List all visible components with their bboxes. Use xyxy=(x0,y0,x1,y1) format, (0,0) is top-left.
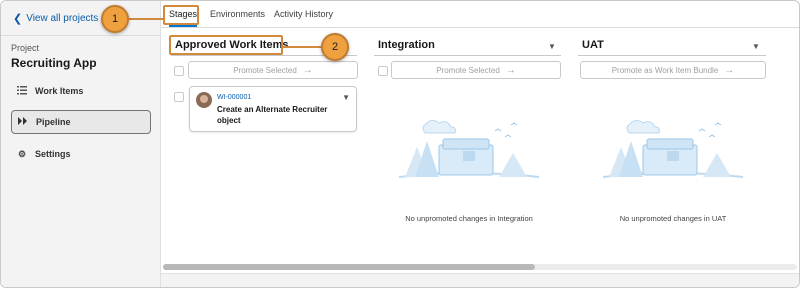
empty-state-message: No unpromoted changes in Integration xyxy=(405,214,533,223)
callout-highlight-approved xyxy=(169,35,283,55)
column-rule xyxy=(374,55,561,56)
callout-marker: 2 xyxy=(321,33,349,61)
arrow-right-icon: → xyxy=(724,64,735,76)
column-rule xyxy=(578,55,766,56)
callout-connector xyxy=(129,18,165,20)
sidebar-item-pipeline[interactable]: Pipeline xyxy=(11,110,151,134)
select-all-checkbox[interactable] xyxy=(174,66,184,76)
pipeline-icon xyxy=(18,117,28,127)
sidebar: ❮ View all projects Project Recruiting A… xyxy=(1,1,161,287)
project-name: Recruiting App xyxy=(11,56,97,70)
select-all-checkbox[interactable] xyxy=(378,66,388,76)
gear-icon: ⚙ xyxy=(17,148,27,159)
sidebar-item-label: Work Items xyxy=(35,86,84,96)
app-window: ❮ View all projects Project Recruiting A… xyxy=(0,0,800,288)
sidebar-item-work-items[interactable]: Work Items xyxy=(11,79,151,103)
chevron-left-icon: ❮ xyxy=(13,13,23,25)
sidebar-item-label: Settings xyxy=(35,149,71,159)
work-item-title: Create an Alternate Recruiter object xyxy=(217,105,328,125)
promote-label: Promote Selected xyxy=(233,65,297,75)
callout-connector xyxy=(283,46,323,48)
back-link-label: View all projects xyxy=(26,13,99,24)
project-caption: Project xyxy=(11,43,40,53)
active-tab-indicator xyxy=(169,25,197,27)
empty-state-illustration xyxy=(603,119,743,178)
arrow-right-icon: → xyxy=(302,64,313,76)
sidebar-item-settings[interactable]: ⚙ Settings xyxy=(11,142,151,166)
work-item-card[interactable]: WI-000001 Create an Alternate Recruiter … xyxy=(189,86,357,132)
tab-activity-history[interactable]: Activity History xyxy=(274,9,333,19)
empty-state-illustration xyxy=(399,119,539,178)
chevron-down-icon[interactable]: ▼ xyxy=(342,93,350,102)
arrow-right-icon: → xyxy=(505,64,516,76)
chevron-down-icon[interactable]: ▼ xyxy=(752,42,760,51)
work-item-id-link[interactable]: WI-000001 xyxy=(217,94,251,101)
list-icon xyxy=(17,85,27,97)
bottom-band xyxy=(161,273,799,287)
promote-label: Promote Selected xyxy=(436,65,500,75)
sidebar-divider xyxy=(1,35,161,36)
card-checkbox[interactable] xyxy=(174,92,184,102)
promote-selected-button[interactable]: Promote Selected → xyxy=(391,61,561,79)
promote-label: Promote as Work Item Bundle xyxy=(611,65,719,75)
tab-environments[interactable]: Environments xyxy=(210,9,265,19)
view-all-projects-link[interactable]: ❮ View all projects xyxy=(13,12,98,25)
sidebar-item-label: Pipeline xyxy=(36,117,71,127)
avatar xyxy=(196,92,212,108)
column-title-uat: UAT xyxy=(582,39,604,51)
promote-selected-button[interactable]: Promote Selected → xyxy=(188,61,358,79)
empty-state-message: No unpromoted changes in UAT xyxy=(619,214,727,223)
chevron-down-icon[interactable]: ▼ xyxy=(548,42,556,51)
horizontal-scrollbar-thumb[interactable] xyxy=(163,264,535,270)
callout-marker: 1 xyxy=(101,5,129,33)
column-title-integration: Integration xyxy=(378,39,435,51)
callout-highlight-stages xyxy=(163,5,199,25)
promote-bundle-button[interactable]: Promote as Work Item Bundle → xyxy=(580,61,766,79)
